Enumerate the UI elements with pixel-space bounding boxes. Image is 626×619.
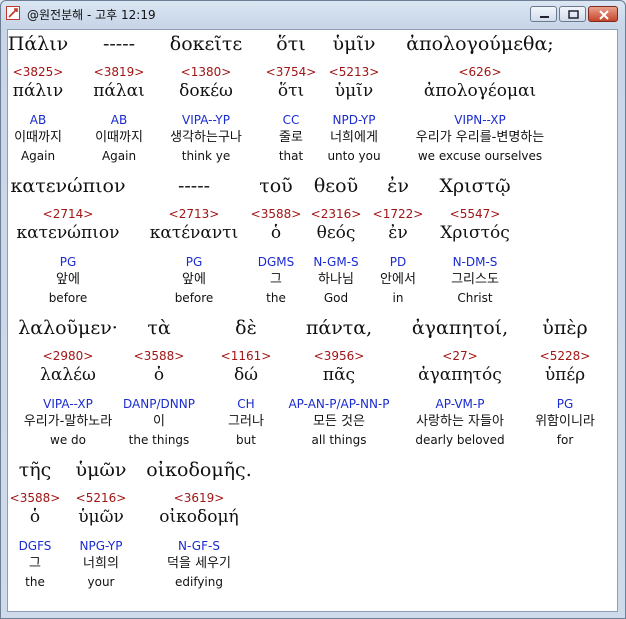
word-english: we excuse ourselves [417, 149, 543, 163]
title-bar[interactable]: @원전분해 - 고후 12:19 [1, 1, 625, 27]
word-parse: N-DM-S [452, 255, 498, 269]
close-icon [599, 10, 609, 20]
close-button[interactable] [588, 6, 618, 22]
app-window: @원전분해 - 고후 12:19 Πάλιν <3825> πάλιν AB 이때까지 A… [0, 0, 626, 619]
word-korean: 우리가 우리를-변명하는 [415, 130, 545, 145]
word-lexeme: οἰκοδομή [159, 507, 239, 527]
interlinear-panel[interactable]: Πάλιν <3825> πάλιν AB 이때까지 Again ----- <3819> πά… [7, 29, 618, 612]
word-korean: 덕을 세우기 [167, 556, 231, 571]
word-greek[interactable]: οἰκοδομῆς. [99, 458, 299, 482]
word-greek[interactable]: ὑπὲρ [465, 316, 626, 340]
word-lexeme: ἀπολογέομαι [423, 81, 537, 101]
word-parse: VIPN--XP [454, 113, 506, 127]
word-english: Christ [457, 291, 493, 305]
word-strong[interactable]: <5228> [465, 348, 626, 364]
window-title: @원전분해 - 고후 12:19 [27, 8, 156, 22]
word-parse: PG [556, 397, 574, 411]
word-parse: N-GF-S [178, 539, 220, 553]
word-korean: 그리스도 [451, 272, 499, 287]
word-english: for [556, 433, 574, 447]
minimize-button[interactable] [530, 6, 557, 22]
word-english: edifying [174, 575, 223, 589]
word-greek[interactable]: ἀπολογούμεθα; [380, 32, 580, 56]
word-strong[interactable]: <626> [380, 64, 580, 80]
app-icon[interactable] [6, 6, 20, 20]
word-lexeme: ὑπέρ [544, 365, 586, 385]
word-korean: 위함이니라 [535, 414, 595, 429]
word-strong[interactable]: <5547> [375, 206, 575, 222]
maximize-icon [568, 10, 579, 19]
word-greek[interactable]: Χριστῷ [375, 174, 575, 198]
word-strong[interactable]: <3619> [99, 490, 299, 506]
word-lexeme: Χριστός [440, 223, 510, 243]
minimize-icon [540, 16, 549, 18]
maximize-button[interactable] [559, 6, 586, 22]
